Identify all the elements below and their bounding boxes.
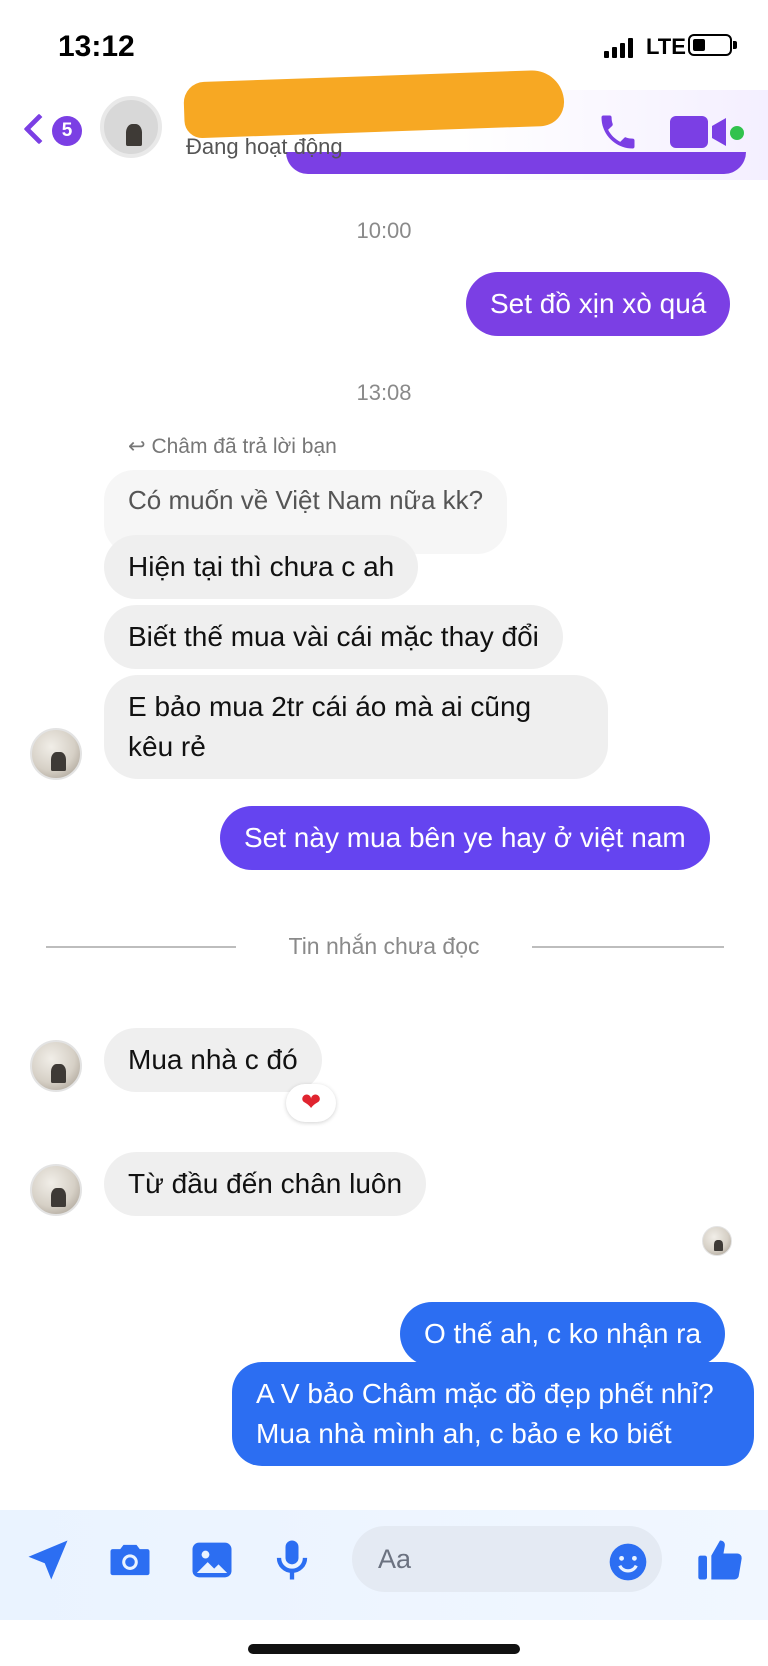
battery-icon [688, 34, 737, 56]
status-time: 13:12 [58, 30, 135, 63]
thumbs-up-icon[interactable] [694, 1534, 746, 1586]
heart-reaction-icon[interactable]: ❤ [286, 1084, 336, 1122]
microphone-icon[interactable] [266, 1534, 318, 1586]
online-indicator [730, 126, 744, 140]
home-indicator [248, 1644, 520, 1654]
unread-badge: 5 [52, 116, 82, 146]
video-call-icon[interactable] [670, 114, 730, 150]
read-receipt-avatar [702, 1226, 732, 1256]
reply-hint-text: Châm đã trả lời bạn [151, 435, 337, 458]
chevron-left-icon [23, 113, 55, 145]
sender-avatar[interactable] [30, 728, 82, 780]
message-composer: Aa [0, 1510, 768, 1620]
signal-icon [604, 38, 634, 58]
message-input-placeholder: Aa [378, 1544, 412, 1574]
contact-avatar[interactable] [100, 96, 162, 158]
reply-arrow-icon: ↩ [128, 435, 152, 458]
received-message[interactable]: Hiện tại thì chưa c ah [104, 535, 419, 599]
sent-message[interactable]: A V bảo Châm mặc đồ đẹp phết nhỉ? Mua nh… [232, 1362, 754, 1466]
sent-message[interactable]: O thế ah, c ko nhận ra [400, 1302, 726, 1366]
timestamp: 13:08 [356, 380, 412, 405]
received-message[interactable]: Từ đầu đến chân luôn [104, 1152, 427, 1216]
redacted-contact-name [183, 69, 565, 139]
contact-status: Đang hoạt động [186, 134, 343, 159]
sender-avatar[interactable] [30, 1040, 82, 1092]
chat-header: 5 Đang hoạt động [0, 69, 768, 180]
phone-call-icon[interactable] [596, 110, 640, 154]
network-label: LTE [646, 34, 686, 59]
gallery-icon[interactable] [186, 1534, 238, 1586]
camera-icon[interactable] [104, 1534, 156, 1586]
emoji-icon[interactable] [606, 1540, 658, 1592]
sent-message[interactable]: Set này mua bên ye hay ở việt nam [220, 806, 710, 870]
previous-message-edge [286, 152, 746, 174]
received-message[interactable]: E bảo mua 2tr cái áo mà ai cũng kêu rẻ [104, 675, 608, 779]
divider-line [532, 946, 724, 948]
received-message[interactable]: Biết thế mua vài cái mặc thay đổi [104, 605, 563, 669]
timestamp: 10:00 [356, 218, 412, 243]
sender-avatar[interactable] [30, 1164, 82, 1216]
back-button[interactable]: 5 [22, 112, 92, 156]
received-message[interactable]: Mua nhà c đó [104, 1028, 322, 1092]
send-location-icon[interactable] [22, 1534, 74, 1586]
sent-message[interactable]: Set đồ xịn xò quá [466, 272, 731, 336]
reply-indicator: ↩ Châm đã trả lời bạn [128, 434, 337, 459]
